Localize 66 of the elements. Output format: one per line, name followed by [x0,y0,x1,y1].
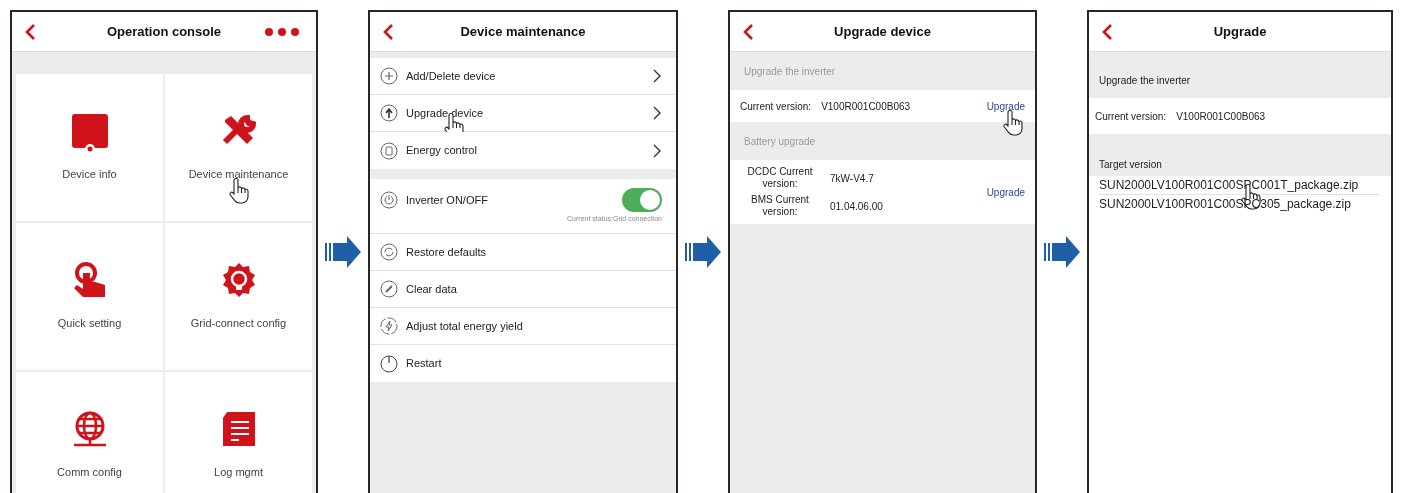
version-label: Current version: [740,99,812,114]
section-header: Battery upgrade [744,134,816,149]
package-item[interactable]: SUN2000LV100R001C00SPC001T_package.zip [1099,176,1379,195]
section-header: Upgrade the inverter [1099,73,1191,88]
device-icon [69,112,110,153]
tile-label: Quick setting [57,316,122,332]
row-label: Upgrade device [406,105,485,121]
tile-label: Device maintenance [188,167,289,183]
section-header: Target version [1099,158,1162,172]
upgrade-link[interactable]: Upgrade [986,184,1025,200]
tile-label: Device info [62,167,117,183]
version-label: BMS Current version: [750,194,810,218]
list-row[interactable]: Restart [370,345,676,382]
lightning-icon [380,317,398,335]
tile-label: Comm config [57,465,122,481]
version-value: V100R001C00B063 [821,99,911,114]
row-label: Energy control [406,143,478,159]
screen-title: Upgrade device [834,22,931,41]
screen-title: Operation console [106,22,222,41]
version-label: Current version: [1095,109,1167,124]
list-row[interactable]: Add/Delete device [370,58,676,95]
list-row[interactable]: Upgrade device [370,95,676,132]
upgrade-link[interactable]: Upgrade [986,98,1025,114]
menu-tile[interactable]: Grid-connect config [165,223,312,370]
back-icon [742,23,754,41]
row-label: Inverter ON/OFF [406,192,489,208]
chevron-right-icon [652,68,662,84]
row-label: Restart [406,356,443,372]
row-label: Restore defaults [406,244,488,260]
upload-icon [380,104,398,122]
version-value: 7kW-V4.7 [830,171,874,186]
arrow-right-icon [1044,235,1080,268]
menu-tile[interactable]: Comm config [16,372,163,493]
row-label: Clear data [406,281,458,297]
row-label: Add/Delete device [406,68,497,84]
back-icon [24,23,36,41]
version-value: V100R001C00B063 [1176,109,1266,124]
menu-tile[interactable]: Device maintenance [165,74,312,221]
menu-tile[interactable]: Quick setting [16,223,163,370]
menu-tile[interactable]: Device info [16,74,163,221]
back-icon [382,23,394,41]
refresh-icon [380,243,398,261]
version-label: DCDC Current version: [746,166,814,190]
power-icon [380,354,398,373]
tile-label: Grid-connect config [190,316,287,332]
toggle-switch[interactable] [622,187,662,212]
list-row[interactable]: Adjust total energy yield [370,308,676,345]
battery-icon [380,141,398,160]
row-label: Adjust total energy yield [406,318,524,334]
list-row[interactable]: Clear data [370,271,676,308]
screen-title: Upgrade [1213,22,1267,41]
tile-label: Log mgmt [214,465,263,481]
arrow-right-icon [325,235,361,268]
screen-title: Device maintenance [460,22,586,41]
version-value: 01.04.06.00 [830,199,883,214]
list-row[interactable]: Restore defaults [370,234,676,271]
menu-tile[interactable]: Log mgmt [165,372,312,493]
back-icon [1101,23,1113,41]
more-icon[interactable] [264,27,300,37]
section-header: Upgrade the inverter [744,64,836,79]
power-icon [380,190,398,209]
add-icon [380,67,398,85]
chevron-right-icon [652,142,662,159]
arrow-right-icon [685,235,721,268]
list-row[interactable]: Energy control [370,132,676,169]
chevron-right-icon [652,105,662,121]
